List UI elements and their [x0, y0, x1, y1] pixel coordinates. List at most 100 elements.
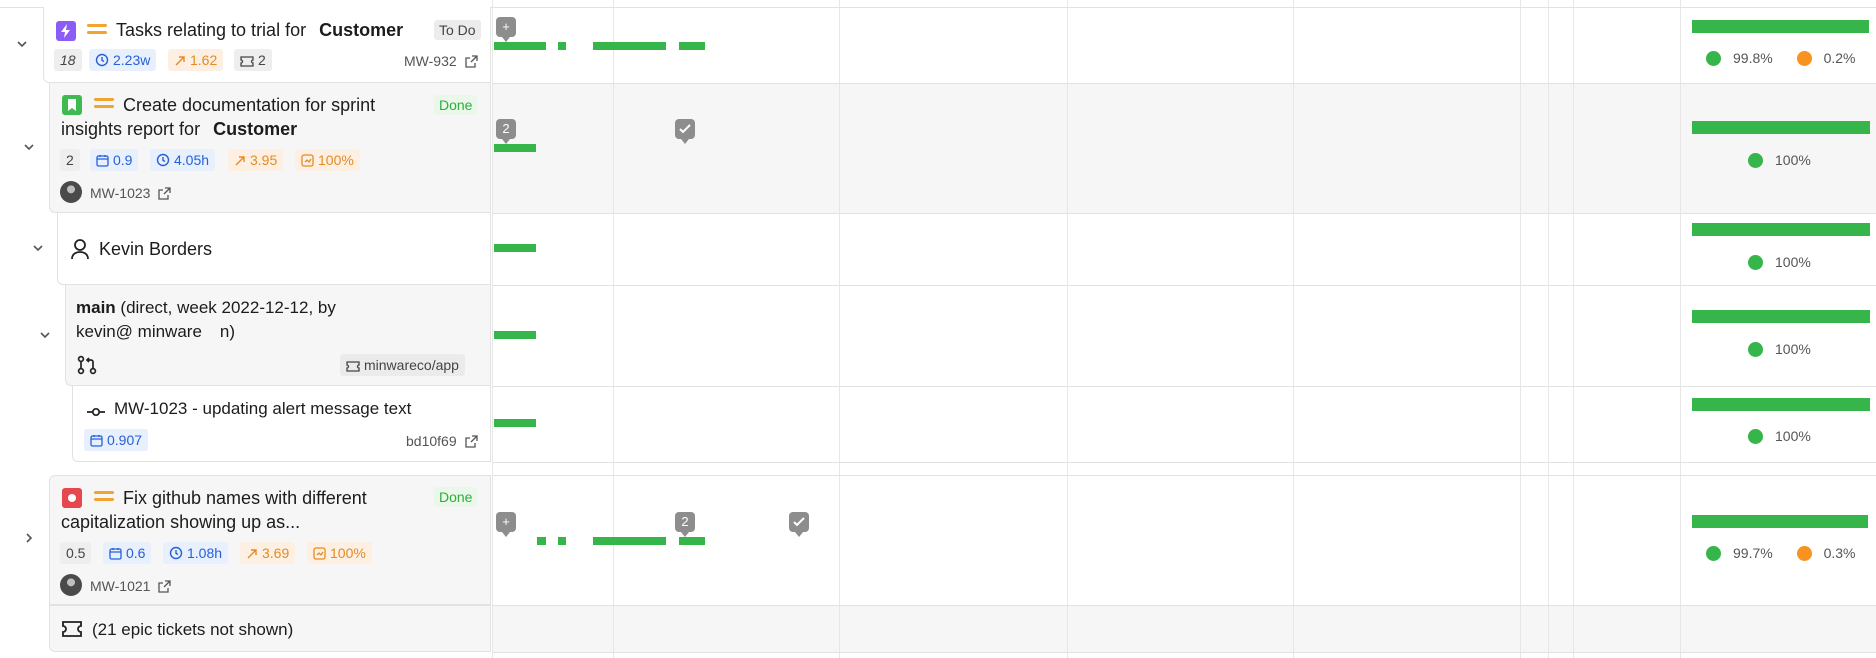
expand-chevron-icon[interactable] [22, 140, 38, 156]
trend-up-icon [247, 549, 257, 559]
estimate-icon [313, 547, 326, 560]
task-title-line2: capitalization showing up as... [61, 512, 301, 532]
hidden-tickets-label: (21 epic tickets not shown) [92, 620, 294, 639]
trend-chip: 1.62 [168, 49, 224, 71]
pull-request-icon [77, 355, 97, 375]
time-chip: 1.08h [163, 542, 229, 564]
task-card[interactable]: Fix github names with different capitali… [49, 475, 491, 605]
issue-key-link[interactable]: MW-932 [404, 52, 478, 70]
ticket-icon [62, 621, 82, 637]
progress-legend: 100% [1748, 341, 1811, 357]
timeline-bar [558, 537, 566, 545]
repository-chip[interactable]: minwareco/app [340, 354, 465, 376]
status-badge: To Do [434, 20, 481, 40]
calendar-icon [109, 548, 122, 560]
avatar[interactable] [60, 181, 82, 203]
progress-bar [1692, 515, 1868, 528]
branch-title: main (direct, week 2022-12-12, by [76, 298, 336, 317]
row-separator [492, 605, 1876, 606]
collapse-chevron-right-icon[interactable] [22, 531, 38, 547]
calendar-chip: 0.907 [84, 429, 149, 451]
priority-medium-icon [94, 491, 114, 505]
timeline-bar [679, 42, 705, 50]
green-dot-icon [1748, 429, 1763, 444]
timeline-bar [537, 42, 546, 50]
timeline-bar [558, 42, 566, 50]
progress-legend: 100% [1748, 152, 1811, 168]
grid-line [1067, 0, 1068, 658]
branch-card[interactable]: main (direct, week 2022-12-12, by kevin@… [65, 285, 491, 386]
priority-medium-icon [94, 98, 114, 112]
trend-chip: 3.69 [240, 542, 296, 564]
time-chip: 4.05h [150, 149, 216, 171]
row-separator [492, 652, 1876, 653]
branch-author: kevin@ minware n) [76, 322, 236, 341]
grid-line [1573, 0, 1574, 658]
task-card[interactable]: Tasks relating to trial for Customer To … [43, 7, 491, 83]
event-count-badge[interactable]: 2 [496, 119, 516, 144]
commit-hash-link[interactable]: bd10f69 [406, 432, 478, 450]
avatar[interactable] [60, 574, 82, 596]
green-dot-icon [1748, 255, 1763, 270]
tickets-chip: 2 [234, 49, 272, 71]
timeline-bar [494, 419, 536, 427]
hidden-tickets-row[interactable]: (21 epic tickets not shown) [49, 605, 491, 652]
green-dot-icon [1748, 153, 1763, 168]
clock-icon [169, 546, 183, 560]
green-dot-icon [1706, 51, 1721, 66]
check-event-badge[interactable] [789, 512, 809, 537]
timeline-bar [494, 144, 536, 152]
customer-name: Customer [319, 20, 404, 40]
ticket-icon [240, 56, 254, 67]
task-title-line2: insights report for Customer [61, 119, 298, 139]
timeline-bar [494, 244, 536, 252]
row-separator [492, 285, 1876, 286]
expand-chevron-icon[interactable] [38, 328, 54, 344]
commit-card[interactable]: MW-1023 - updating alert message text 0.… [72, 386, 491, 462]
person-card[interactable]: Kevin Borders [57, 213, 491, 285]
percent-chip: 100% [307, 542, 372, 564]
timeline-bar [593, 537, 666, 545]
progress-legend: 99.8% 0.2% [1706, 50, 1856, 66]
user-icon [71, 239, 89, 260]
commit-title: MW-1023 - updating alert message text [114, 399, 412, 418]
priority-medium-icon [87, 24, 107, 38]
count-chip: 2 [60, 149, 80, 171]
count-chip: 18 [54, 49, 82, 71]
trend-up-icon [235, 156, 245, 166]
task-title: Fix github names with different [123, 488, 367, 508]
repository-icon [346, 361, 360, 372]
event-count-badge[interactable]: 2 [675, 512, 695, 537]
grid-line [492, 0, 493, 658]
calendar-chip: 0.9 [90, 149, 139, 171]
calendar-icon [90, 435, 103, 447]
external-link-icon [158, 187, 171, 200]
check-event-badge[interactable] [675, 119, 695, 144]
bug-icon [62, 488, 82, 508]
task-title: Tasks relating to trial for Customer [116, 20, 404, 40]
bookmark-icon [62, 95, 82, 115]
row-background-task2 [492, 83, 1876, 213]
orange-dot-icon [1796, 546, 1812, 561]
grid-line [1680, 0, 1681, 658]
add-event-badge[interactable]: + [496, 17, 516, 42]
person-name: Kevin Borders [99, 239, 213, 259]
add-event-badge[interactable]: + [496, 512, 516, 537]
grid-line [1520, 0, 1521, 658]
task-card[interactable]: Create documentation for sprint insights… [49, 83, 491, 213]
grid-line [1293, 0, 1294, 658]
issue-key-link[interactable]: MW-1023 [90, 184, 171, 202]
progress-legend: 100% [1748, 428, 1811, 444]
expand-chevron-icon[interactable] [15, 37, 31, 53]
expand-chevron-icon[interactable] [31, 241, 47, 257]
clock-icon [156, 153, 170, 167]
orange-dot-icon [1796, 51, 1812, 66]
row-separator [492, 462, 1876, 463]
progress-bar [1692, 310, 1870, 323]
timeline-bar [537, 537, 546, 545]
row-separator [492, 386, 1876, 387]
trend-chip: 3.95 [228, 149, 284, 171]
external-link-icon [464, 55, 478, 68]
issue-key-link[interactable]: MW-1021 [90, 577, 171, 595]
row-separator [492, 83, 1876, 84]
